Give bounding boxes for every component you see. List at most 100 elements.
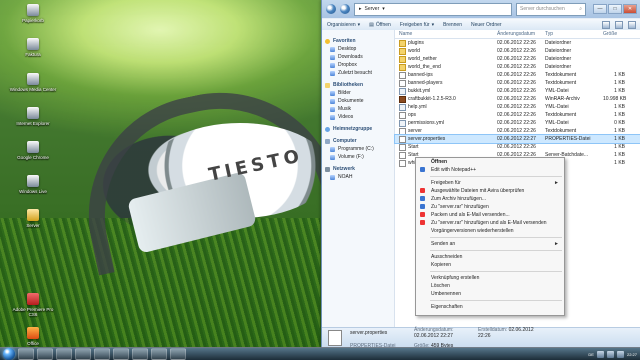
sidebar-item-computer[interactable]: Computer <box>322 137 394 145</box>
language-indicator[interactable]: DE <box>588 352 594 357</box>
column-type[interactable]: Typ <box>541 31 599 37</box>
help-icon[interactable] <box>628 20 636 29</box>
file-row[interactable]: ops 02.06.2012 22:26 Textdokument 1 KB <box>395 111 640 119</box>
sidebar-item[interactable]: Dokumente <box>322 97 394 105</box>
file-name-cell[interactable]: ops <box>395 111 493 119</box>
column-size[interactable]: Größe <box>599 31 629 37</box>
clock[interactable]: 22:27 <box>627 352 637 357</box>
minimize-button[interactable]: — <box>593 4 607 14</box>
taskbar-app[interactable] <box>56 348 72 360</box>
desktop-icon[interactable]: Papierkorb <box>8 4 58 23</box>
address-segment[interactable]: Server <box>365 6 380 12</box>
file-name-cell[interactable]: help.yml <box>395 103 493 111</box>
context-menu-item[interactable]: Zu "server.rar" hinzufügen und als E-Mai… <box>416 219 564 227</box>
sidebar-item[interactable]: Dropbox <box>322 61 394 69</box>
context-menu-item[interactable]: Kopieren <box>416 261 564 269</box>
view-icon[interactable] <box>602 20 610 29</box>
file-row[interactable]: permissions.yml 02.06.2012 22:26 YML-Datei… <box>395 119 640 127</box>
context-menu-item[interactable]: Vorgängerversionen wiederherstellen <box>416 227 564 235</box>
sidebar-item[interactable]: Videos <box>322 113 394 121</box>
context-menu-item[interactable]: Eigenschaften <box>416 303 564 311</box>
file-row[interactable]: banned-players 02.06.2012 22:26 Textdokume… <box>395 79 640 87</box>
file-name-cell[interactable]: world_the_end <box>395 63 493 71</box>
context-menu-item[interactable]: Löschen <box>416 282 564 290</box>
taskbar-app[interactable] <box>151 348 167 360</box>
file-row[interactable]: world 02.06.2012 22:26 Dateiordner <box>395 47 640 55</box>
search-input[interactable]: Server durchsuchen ⌕ <box>516 2 586 16</box>
file-name-cell[interactable]: bukkit.yml <box>395 87 493 95</box>
taskbar-app[interactable] <box>37 348 53 360</box>
sidebar-item[interactable]: Musik <box>322 105 394 113</box>
taskbar-app[interactable] <box>132 348 148 360</box>
file-name-cell[interactable]: server.properties <box>395 135 493 143</box>
context-menu-item[interactable]: Umbenennen <box>416 290 564 298</box>
file-name-cell[interactable]: plugins <box>395 39 493 47</box>
taskbar-app[interactable] <box>75 348 91 360</box>
context-menu-item[interactable]: Verknüpfung erstellen <box>416 274 564 282</box>
file-name-cell[interactable]: banned-players <box>395 79 493 87</box>
sidebar-item[interactable]: Desktop <box>322 45 394 53</box>
window-titlebar[interactable]: ‹ › ▸ Server ▾ Server durchsuchen ⌕ — □ … <box>322 0 640 18</box>
forward-icon[interactable]: › <box>340 4 350 14</box>
file-name-cell[interactable]: world <box>395 47 493 55</box>
desktop-icon[interactable]: Faktura <box>8 38 58 57</box>
file-row[interactable]: craftbukkit-1.2.5-R3.0 02.06.2012 22:26 Wi… <box>395 95 640 103</box>
sidebar-item-homegroup[interactable]: Heimnetzgruppe <box>322 125 394 133</box>
file-row[interactable]: bukkit.yml 02.06.2012 22:26 YML-Datei 1 KB <box>395 87 640 95</box>
desktop-icon[interactable]: Adobe Premiere Pro CS6 <box>8 293 58 317</box>
file-row[interactable]: plugins 02.06.2012 22:26 Dateiordner <box>395 39 640 47</box>
file-row[interactable]: help.yml 02.06.2012 22:26 YML-Datei 1 KB <box>395 103 640 111</box>
file-name-cell[interactable]: banned-ips <box>395 71 493 79</box>
file-name-cell[interactable]: server <box>395 127 493 135</box>
preview-pane-icon[interactable] <box>615 20 623 29</box>
desktop-icon[interactable]: Internet Explorer <box>8 107 58 126</box>
address-bar[interactable]: ▸ Server ▾ <box>354 2 512 16</box>
desktop-icon[interactable]: Google Chrome <box>8 141 58 160</box>
file-row[interactable]: world_nether 02.06.2012 22:26 Dateiordner <box>395 55 640 63</box>
sidebar-item[interactable]: Bilder <box>322 89 394 97</box>
file-name-cell[interactable]: craftbukkit-1.2.5-R3.0 <box>395 95 493 103</box>
column-date[interactable]: Änderungsdatum <box>493 31 541 37</box>
tray-icon[interactable] <box>596 350 604 358</box>
file-row[interactable]: server 02.06.2012 22:26 Textdokument 1 KB <box>395 127 640 135</box>
sidebar-item-favorites[interactable]: Favoriten <box>322 37 394 45</box>
back-icon[interactable]: ‹ <box>326 4 336 14</box>
context-menu-item[interactable]: Freigeben für ► <box>416 179 564 187</box>
desktop-icon[interactable]: Office <box>8 327 58 346</box>
context-menu-item[interactable]: Senden an ► <box>416 240 564 248</box>
sidebar-item-libraries[interactable]: Bibliotheken <box>322 81 394 89</box>
context-menu-item[interactable]: Packen und als E-Mail versenden... <box>416 211 564 219</box>
sidebar-item[interactable]: Programme (C:) <box>322 145 394 153</box>
maximize-button[interactable]: □ <box>608 4 622 14</box>
file-row[interactable]: server.properties 02.06.2012 22:27 PROPERT… <box>394 134 640 144</box>
file-name-cell[interactable]: world_nether <box>395 55 493 63</box>
address-dropdown-icon[interactable]: ▾ <box>382 6 385 12</box>
open-button[interactable]: ▤ Öffnen <box>369 22 391 28</box>
file-name-cell[interactable]: Start <box>395 143 493 151</box>
context-menu-item[interactable]: Zum Archiv hinzufügen... <box>416 195 564 203</box>
taskbar-app[interactable] <box>18 348 34 360</box>
sidebar-item[interactable]: NOAH <box>322 173 394 181</box>
tray-icon[interactable] <box>616 350 624 358</box>
new-folder-button[interactable]: Neuer Ordner <box>471 22 502 28</box>
file-row[interactable]: banned-ips 02.06.2012 22:26 Textdokument 1 … <box>395 71 640 79</box>
file-row[interactable]: Start 02.06.2012 22:26 1 KB <box>395 143 640 151</box>
taskbar-app[interactable] <box>94 348 110 360</box>
file-name-cell[interactable]: permissions.yml <box>395 119 493 127</box>
taskbar-app[interactable] <box>170 348 186 360</box>
desktop-icon[interactable]: Windows Media Center <box>8 73 58 92</box>
sidebar-item[interactable]: Volume (F:) <box>322 153 394 161</box>
column-name[interactable]: Name <box>395 31 493 37</box>
context-menu-item[interactable]: Ausschneiden <box>416 253 564 261</box>
sidebar-item[interactable]: Downloads <box>322 53 394 61</box>
sidebar-item-network[interactable]: Netzwerk <box>322 165 394 173</box>
context-menu-item[interactable]: Ausgewählte Dateien mit Avira überprüfen <box>416 187 564 195</box>
desktop-icon[interactable]: Server <box>8 209 58 228</box>
start-button[interactable] <box>3 348 15 360</box>
context-menu-item[interactable]: Edit with Notepad++ <box>416 166 564 174</box>
sidebar-item[interactable]: Zuletzt besucht <box>322 69 394 77</box>
share-button[interactable]: Freigeben für ▾ <box>400 22 434 28</box>
context-menu-item[interactable]: Zu "server.rar" hinzufügen <box>416 203 564 211</box>
close-button[interactable]: ✕ <box>623 4 637 14</box>
file-row[interactable]: world_the_end 02.06.2012 22:26 Dateiordner <box>395 63 640 71</box>
